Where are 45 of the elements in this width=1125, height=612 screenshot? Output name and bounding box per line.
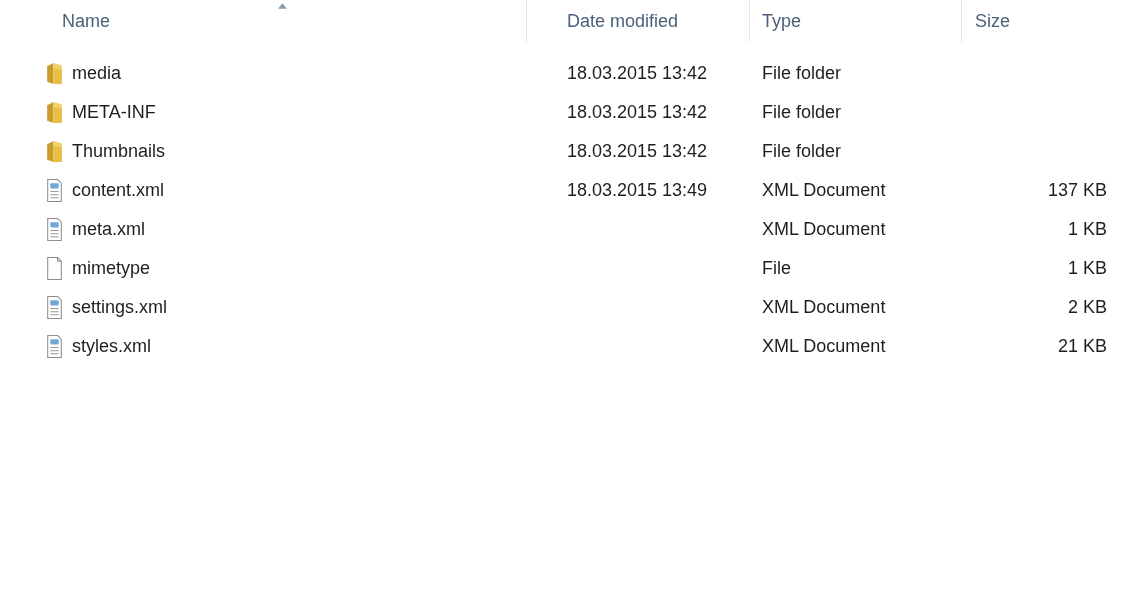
- file-row[interactable]: media 18.03.2015 13:42 File folder: [40, 54, 1110, 93]
- file-type: File folder: [762, 102, 842, 123]
- document-icon: [46, 179, 63, 202]
- column-header[interactable]: Date modified: [527, 0, 750, 42]
- document-icon: [46, 296, 63, 319]
- file-row[interactable]: mimetype File 1 KB: [40, 249, 1110, 288]
- file-name: META-INF: [72, 102, 156, 123]
- column-header[interactable]: Name: [40, 0, 527, 42]
- date-modified: 18.03.2015 13:42: [567, 102, 708, 123]
- file-row[interactable]: Thumbnails 18.03.2015 13:42 File folder: [40, 132, 1110, 171]
- file-size: 137 KB: [1047, 180, 1107, 201]
- file-row[interactable]: content.xml 18.03.2015 13:49 XML Document 137 KB: [40, 171, 1110, 210]
- folder-icon: [46, 140, 63, 163]
- document-icon: [46, 335, 63, 358]
- folder-icon: [46, 101, 63, 124]
- file-type: XML Document: [762, 336, 886, 357]
- document-icon: [46, 218, 63, 241]
- file-name: Thumbnails: [72, 141, 166, 162]
- file-type: XML Document: [762, 180, 886, 201]
- file-row[interactable]: meta.xml XML Document 1 KB: [40, 210, 1110, 249]
- column-header[interactable]: Size: [962, 0, 1110, 42]
- file-name: meta.xml: [72, 219, 145, 240]
- file-name: media: [72, 63, 122, 84]
- file-type: XML Document: [762, 297, 886, 318]
- date-modified: 18.03.2015 13:42: [567, 63, 708, 84]
- file-type: File folder: [762, 63, 842, 84]
- date-modified: 18.03.2015 13:42: [567, 141, 708, 162]
- file-name: settings.xml: [72, 297, 168, 318]
- blank-file-icon: [46, 257, 63, 280]
- file-size: 1 KB: [1067, 219, 1107, 240]
- file-type: File folder: [762, 141, 842, 162]
- file-row[interactable]: settings.xml XML Document 2 KB: [40, 288, 1110, 327]
- file-type: File: [762, 258, 791, 279]
- file-name: content.xml: [72, 180, 165, 201]
- file-name: mimetype: [72, 258, 151, 279]
- file-row[interactable]: styles.xml XML Document 21 KB: [40, 327, 1110, 366]
- file-size: 21 KB: [1057, 336, 1107, 357]
- file-row[interactable]: META-INF 18.03.2015 13:42 File folder: [40, 93, 1110, 132]
- file-type: XML Document: [762, 219, 886, 240]
- file-name: styles.xml: [72, 336, 151, 357]
- folder-icon: [46, 62, 63, 85]
- file-size: 2 KB: [1067, 297, 1107, 318]
- date-modified: 18.03.2015 13:49: [567, 180, 708, 201]
- column-header[interactable]: Type: [750, 0, 962, 42]
- file-size: 1 KB: [1067, 258, 1107, 279]
